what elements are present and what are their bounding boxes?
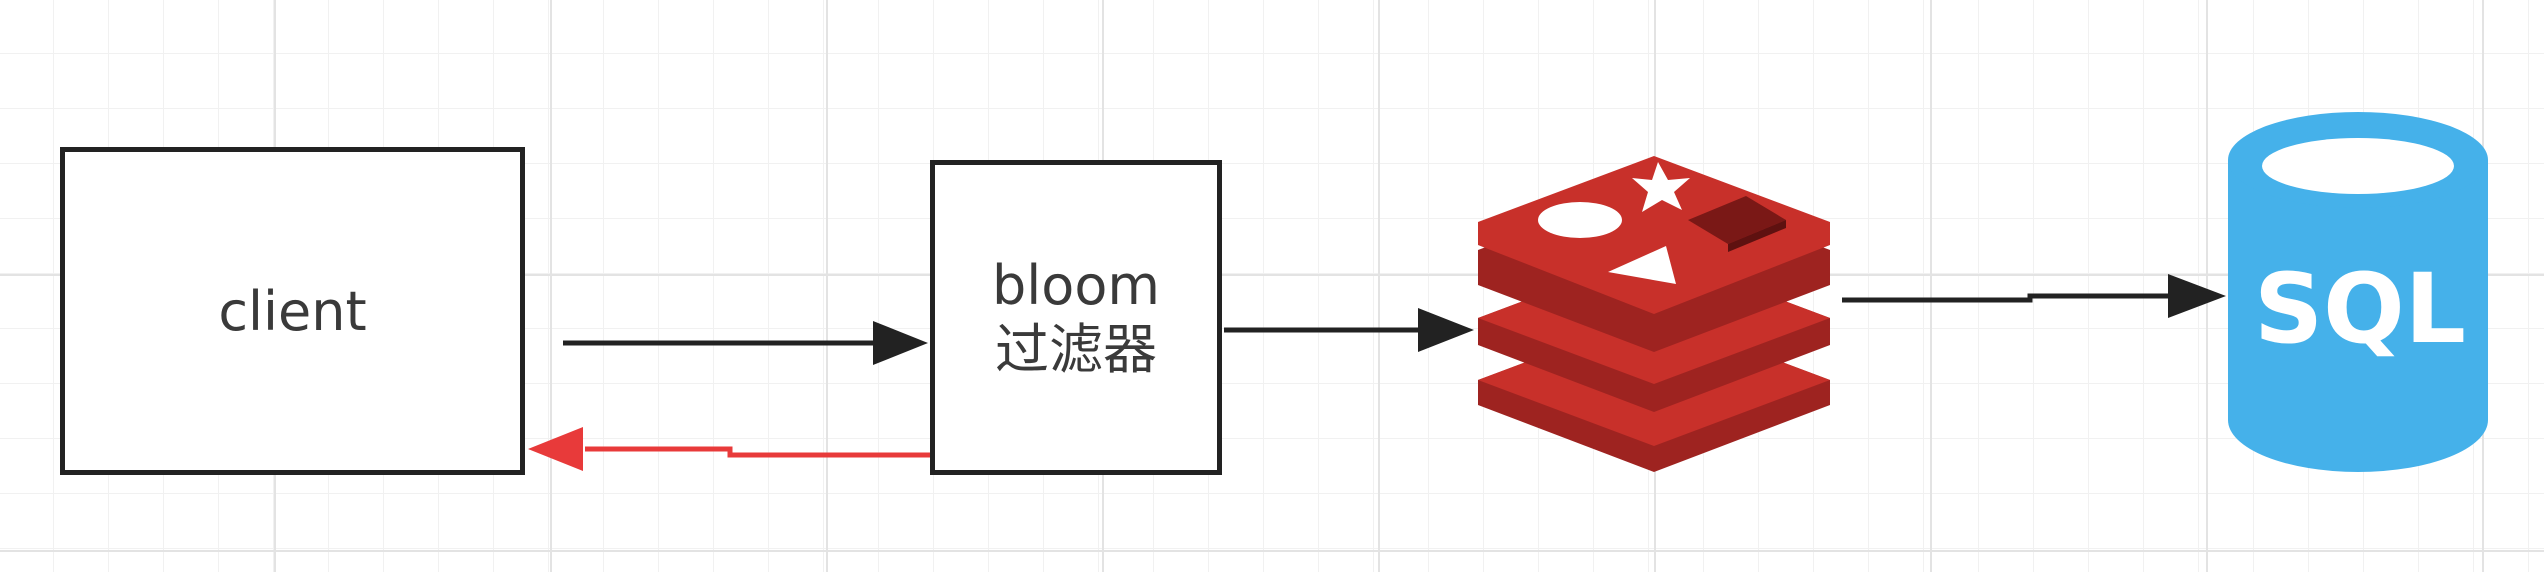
redis-icon[interactable]: [1478, 156, 1830, 472]
database-cylinder-icon[interactable]: SQL: [2228, 112, 2488, 472]
edge-redis-to-sql[interactable]: [1842, 274, 2226, 318]
edge-bloom-to-client[interactable]: [528, 427, 930, 471]
edge-client-to-bloom[interactable]: [563, 321, 928, 365]
sql-label: SQL: [2254, 253, 2466, 365]
edges-and-icons: SQL: [528, 112, 2488, 472]
edge-bloom-to-redis[interactable]: [1224, 308, 1474, 352]
diagram-canvas: client bloom 过滤器 SQL: [0, 0, 2544, 572]
